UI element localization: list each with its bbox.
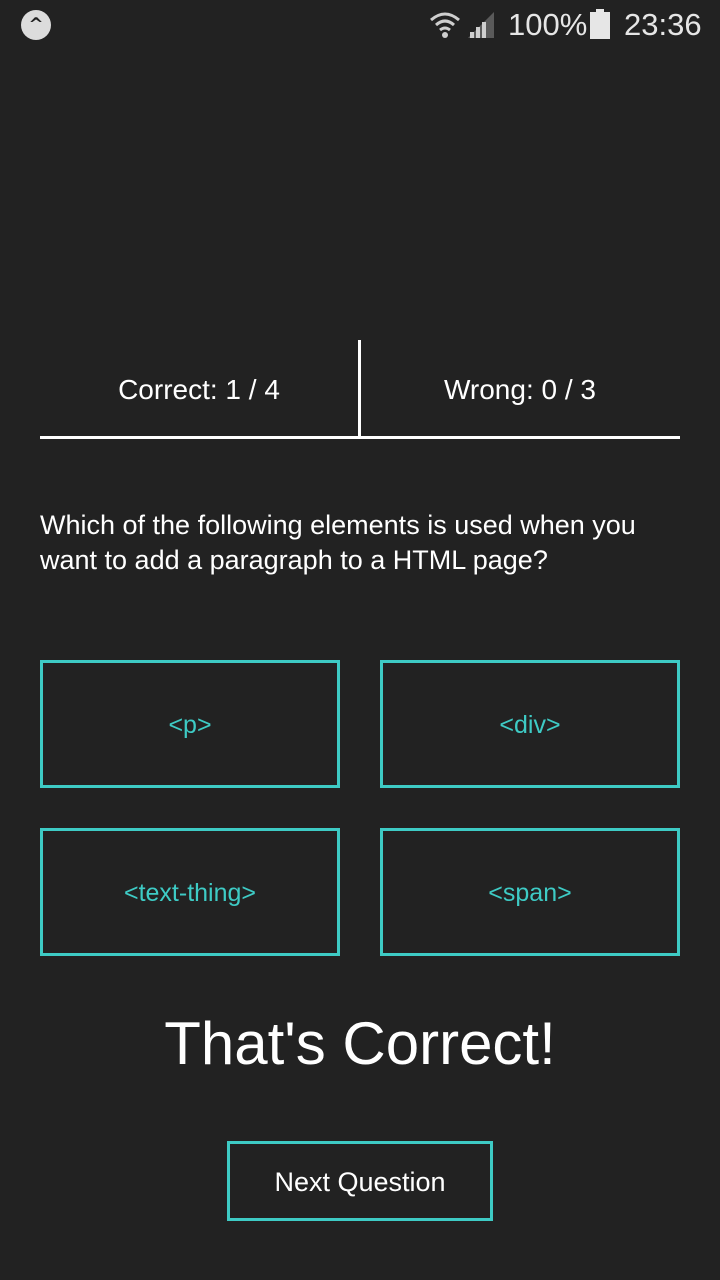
status-bar: ^ 100% 23:36 xyxy=(0,0,720,48)
clock: 23:36 xyxy=(624,7,702,42)
expo-caret-icon: ^ xyxy=(21,10,51,40)
wifi-icon xyxy=(430,12,460,38)
battery-icon xyxy=(590,9,610,39)
answer-button-p[interactable]: <p> xyxy=(40,660,340,788)
correct-score: Correct: 1 / 4 xyxy=(118,374,280,405)
next-question-button[interactable]: Next Question xyxy=(227,1141,493,1221)
wrong-score: Wrong: 0 / 3 xyxy=(443,374,596,405)
feedback-message: That's Correct! xyxy=(164,1010,556,1077)
signal-icon xyxy=(468,12,494,38)
battery-percent: 100% xyxy=(508,7,588,42)
answer-button-text-thing[interactable]: <text-thing> xyxy=(40,828,340,956)
question-text: Which of the following elements is used … xyxy=(40,510,636,575)
score-row: Correct: 1 / 4 Wrong: 0 / 3 xyxy=(40,340,680,439)
answer-button-div[interactable]: <div> xyxy=(380,660,680,788)
answer-button-span[interactable]: <span> xyxy=(380,828,680,956)
